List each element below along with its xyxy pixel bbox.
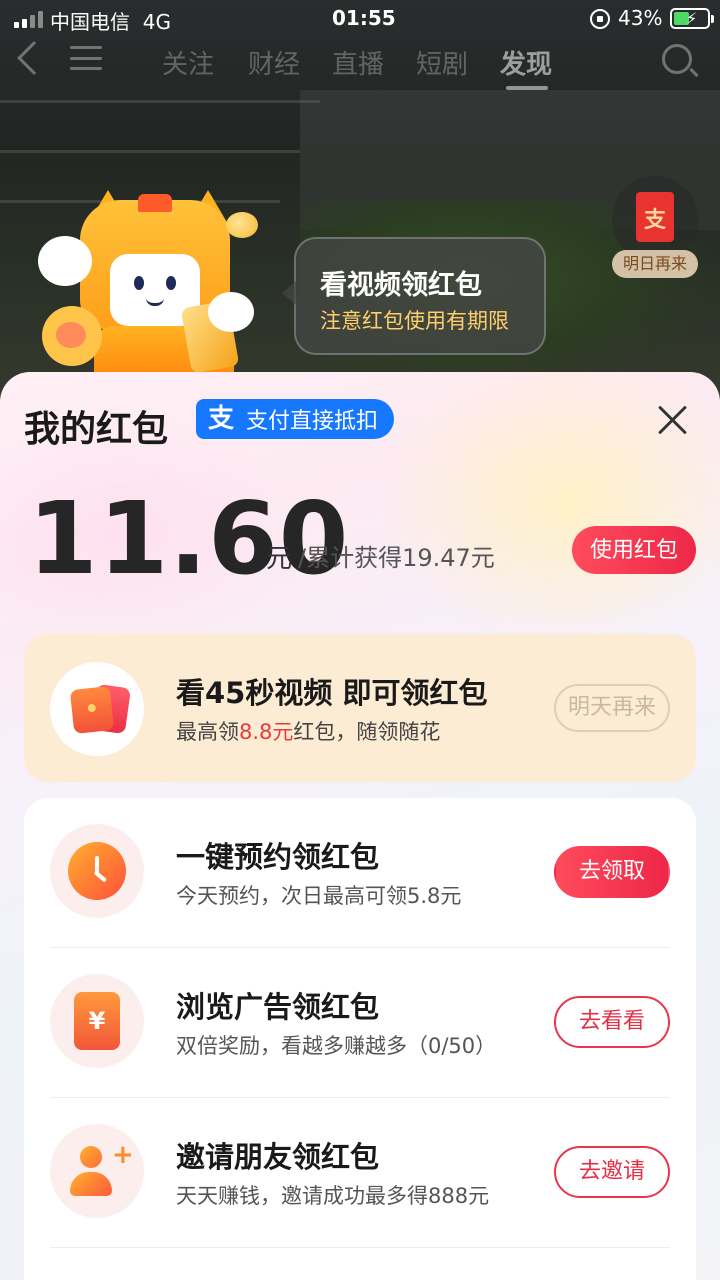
clock: 01:55 bbox=[332, 6, 396, 30]
use-envelope-button[interactable]: 使用红包 bbox=[572, 526, 696, 574]
task-icon-wrap: + bbox=[50, 1124, 144, 1218]
rotation-lock-icon bbox=[590, 9, 610, 29]
battery-percentage: 43% bbox=[618, 6, 663, 30]
clock-icon bbox=[68, 842, 126, 900]
menu-icon[interactable] bbox=[70, 46, 102, 70]
task-icon-wrap: ¥ bbox=[50, 974, 144, 1068]
tab-follow[interactable]: 关注 bbox=[162, 44, 214, 81]
red-envelope-icon bbox=[50, 662, 144, 756]
task-list: 一键预约领红包 今天预约，次日最高可领5.8元 去领取 ¥ 浏览广告领红包 双倍… bbox=[24, 798, 696, 1280]
yen-icon: ¥ bbox=[74, 992, 120, 1050]
claim-button[interactable]: 去领取 bbox=[554, 846, 670, 898]
total-earned: /累计获得19.47元 bbox=[298, 544, 495, 572]
red-envelope-sheet: 我的红包 支 支付直接抵扣 11.60 元 /累计获得19.47元 使用红包 看… bbox=[0, 372, 720, 1280]
bubble-title: 看视频领红包 bbox=[320, 270, 482, 301]
speech-bubble: 看视频领红包 注意红包使用有期限 bbox=[282, 237, 546, 355]
watch-video-card: 看45秒视频 即可领红包 最高领8.8元红包，随领随花 明天再来 bbox=[24, 634, 696, 782]
signal-icon bbox=[14, 11, 43, 28]
back-icon[interactable] bbox=[17, 41, 51, 75]
balance-unit: 元 bbox=[266, 544, 293, 574]
tab-finance[interactable]: 财经 bbox=[248, 44, 300, 81]
red-envelope-icon: 支 bbox=[636, 192, 674, 242]
browse-ads-button[interactable]: 去看看 bbox=[554, 996, 670, 1048]
search-icon[interactable] bbox=[662, 44, 692, 74]
tab-discover[interactable]: 发现 bbox=[500, 44, 552, 81]
come-back-tomorrow-button[interactable]: 明天再来 bbox=[554, 684, 670, 732]
task-title: 邀请朋友领红包 bbox=[176, 1140, 380, 1174]
task-title: 浏览广告领红包 bbox=[176, 990, 380, 1024]
tab-live[interactable]: 直播 bbox=[332, 44, 384, 81]
active-tab-indicator bbox=[506, 86, 548, 90]
carrier-label: 中国电信 4G bbox=[50, 10, 171, 34]
sheet-title: 我的红包 bbox=[24, 409, 169, 450]
status-bar: 中国电信 4G 01:55 43% ⚡ bbox=[0, 0, 720, 38]
floating-red-envelope[interactable]: 支 明日再来 bbox=[612, 176, 698, 278]
task-title: 一键预约领红包 bbox=[176, 840, 380, 874]
alipay-icon: 支 bbox=[207, 404, 234, 434]
pay-badge-label: 支付直接抵扣 bbox=[246, 409, 379, 434]
task-subtitle: 今天预约，次日最高可领5.8元 bbox=[176, 884, 462, 908]
alipay-deduct-badge: 支 支付直接抵扣 bbox=[196, 399, 395, 439]
bubble-subtitle: 注意红包使用有期限 bbox=[320, 309, 509, 333]
list-item: ¥ 浏览广告领红包 双倍奖励，看越多赚越多（0/50） 去看看 bbox=[24, 948, 696, 1098]
video-task-subtitle: 最高领8.8元红包，随领随花 bbox=[176, 720, 441, 744]
cat-mascot-illustration bbox=[38, 190, 268, 376]
floating-envelope-label: 明日再来 bbox=[612, 250, 698, 278]
invite-button[interactable]: 去邀请 bbox=[554, 1146, 670, 1198]
task-subtitle: 天天赚钱，邀请成功最多得888元 bbox=[176, 1184, 490, 1208]
tab-short-drama[interactable]: 短剧 bbox=[416, 44, 468, 81]
list-item: + 邀请朋友领红包 天天赚钱，邀请成功最多得888元 去邀请 bbox=[24, 1098, 696, 1248]
list-item: 一键预约领红包 今天预约，次日最高可领5.8元 去领取 bbox=[24, 798, 696, 948]
close-icon[interactable] bbox=[656, 404, 688, 436]
top-nav: 关注 财经 直播 短剧 发现 bbox=[0, 38, 720, 90]
coin-icon bbox=[226, 212, 258, 238]
add-friend-icon: + bbox=[68, 1142, 134, 1202]
battery-icon: ⚡ bbox=[670, 8, 714, 29]
task-subtitle: 双倍奖励，看越多赚越多（0/50） bbox=[176, 1034, 497, 1058]
task-icon-wrap bbox=[50, 824, 144, 918]
video-task-title: 看45秒视频 即可领红包 bbox=[176, 676, 488, 710]
video-task-highlight: 8.8元 bbox=[239, 720, 294, 744]
divider bbox=[50, 1247, 670, 1248]
